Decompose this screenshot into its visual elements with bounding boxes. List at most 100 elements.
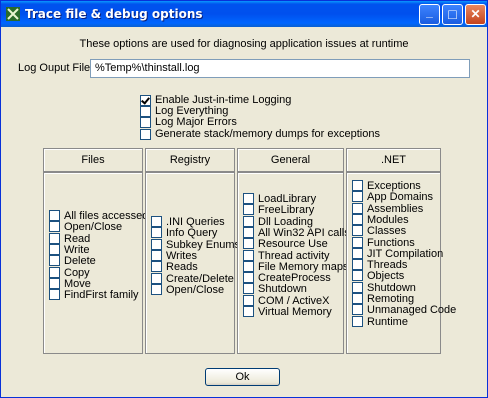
dotnet-option[interactable]: Exceptions — [352, 180, 421, 192]
general-option[interactable]: Thread activity — [243, 250, 330, 262]
checkbox[interactable] — [243, 283, 254, 294]
files-option[interactable]: Delete — [49, 255, 96, 267]
close-button[interactable]: ✕ — [465, 4, 486, 25]
checkbox[interactable] — [151, 216, 162, 227]
dotnet-option[interactable]: Functions — [352, 237, 415, 249]
general-option[interactable]: File Memory maps — [243, 261, 348, 273]
checkbox[interactable] — [49, 255, 60, 266]
option-label: Reads — [166, 260, 198, 273]
option-checkbox[interactable] — [140, 105, 151, 117]
checkbox[interactable] — [352, 225, 363, 236]
checkbox[interactable] — [243, 238, 254, 249]
dotnet-option[interactable]: Shutdown — [352, 282, 416, 294]
option-checkbox[interactable] — [140, 116, 151, 128]
checkbox[interactable] — [49, 278, 60, 289]
dialog-window: Trace file & debug options _ □ ✕ These o… — [0, 0, 488, 398]
checkbox[interactable] — [352, 191, 363, 202]
files-option[interactable]: Open/Close — [49, 221, 122, 233]
checkbox[interactable] — [243, 272, 254, 283]
registry-option[interactable]: Info Query — [151, 227, 217, 239]
registry-option[interactable]: Writes — [151, 250, 197, 262]
general-option[interactable]: LoadLibrary — [243, 193, 316, 205]
option-label: Runtime — [367, 315, 408, 328]
checkbox[interactable] — [49, 210, 60, 221]
checkbox[interactable] — [151, 250, 162, 261]
checkbox[interactable] — [49, 267, 60, 278]
checkbox[interactable] — [352, 214, 363, 225]
checkbox[interactable] — [243, 306, 254, 317]
checkbox[interactable] — [352, 316, 363, 327]
option-checkbox[interactable] — [140, 128, 151, 140]
dotnet-option[interactable]: Threads — [352, 259, 407, 271]
checkbox[interactable] — [352, 270, 363, 281]
registry-option[interactable]: Create/Delete — [151, 273, 234, 285]
general-option[interactable]: FreeLibrary — [243, 204, 314, 216]
general-option[interactable]: CreateProcess — [243, 272, 331, 284]
checkbox[interactable] — [352, 282, 363, 293]
checkbox[interactable] — [243, 250, 254, 261]
option-label: Classes — [367, 224, 407, 237]
checkbox[interactable] — [151, 273, 162, 284]
files-option[interactable]: Write — [49, 244, 89, 256]
checkbox[interactable] — [151, 239, 162, 250]
dotnet-option[interactable]: Runtime — [352, 315, 408, 328]
maximize-button[interactable]: □ — [442, 4, 463, 25]
registry-option[interactable]: Reads — [151, 260, 198, 273]
general-option[interactable]: COM / ActiveX — [243, 295, 330, 307]
checkbox[interactable] — [243, 193, 254, 204]
files-option[interactable]: All files accessed — [49, 210, 148, 222]
dotnet-option[interactable]: Unmanaged Code — [352, 303, 457, 316]
checkbox[interactable] — [352, 293, 363, 304]
checkbox[interactable] — [352, 180, 363, 191]
close-icon: ✕ — [470, 7, 481, 21]
minimize-button[interactable]: _ — [419, 4, 440, 25]
dotnet-option[interactable]: JIT Compilation — [352, 248, 443, 260]
title-bar[interactable]: Trace file & debug options _ □ ✕ — [1, 1, 487, 27]
checkbox[interactable] — [352, 237, 363, 248]
checkbox[interactable] — [49, 244, 60, 255]
files-option[interactable]: FindFirst family — [49, 289, 139, 301]
dotnet-option[interactable]: Remoting — [352, 293, 414, 305]
checkbox[interactable] — [49, 289, 60, 300]
dotnet-option[interactable]: Classes — [352, 224, 407, 237]
checkbox[interactable] — [243, 204, 254, 215]
checkbox[interactable] — [243, 295, 254, 306]
option-label: Unmanaged Code — [367, 303, 457, 316]
ok-button[interactable]: Ok — [205, 368, 280, 386]
general-option[interactable]: Virtual Memory — [243, 306, 332, 318]
checkbox[interactable] — [352, 203, 363, 214]
general-option[interactable]: Dll Loading — [243, 216, 313, 228]
checkbox[interactable] — [352, 304, 363, 315]
dotnet-option[interactable]: App Domains — [352, 191, 433, 203]
checkbox[interactable] — [243, 227, 254, 238]
dotnet-option[interactable]: Assemblies — [352, 203, 423, 215]
option-checkbox[interactable] — [140, 94, 151, 106]
checkbox[interactable] — [243, 261, 254, 272]
checkbox[interactable] — [352, 248, 363, 259]
registry-option[interactable]: .INI Queries — [151, 216, 225, 228]
checkbox[interactable] — [352, 259, 363, 270]
dotnet-option[interactable]: Objects — [352, 270, 404, 282]
option-4[interactable]: Generate stack/memory dumps for exceptio… — [140, 128, 380, 140]
window-title: Trace file & debug options — [25, 7, 203, 21]
checkbox[interactable] — [151, 261, 162, 272]
files-option[interactable]: Copy — [49, 267, 90, 279]
checkbox[interactable] — [243, 216, 254, 227]
checkbox[interactable] — [151, 284, 162, 295]
dotnet-option[interactable]: Modules — [352, 214, 409, 226]
column-header-registry: Registry — [145, 148, 235, 172]
checkbox[interactable] — [49, 221, 60, 232]
log-output-field[interactable]: %Temp%\thinstall.log — [90, 59, 470, 78]
registry-option[interactable]: Subkey Enums — [151, 239, 240, 251]
checkbox[interactable] — [49, 233, 60, 244]
general-option[interactable]: Resource Use — [243, 238, 328, 250]
files-option[interactable]: Move — [49, 278, 91, 290]
column-header-general: General — [237, 148, 344, 172]
general-option[interactable]: Shutdown — [243, 283, 307, 295]
info-text: These options are used for diagnosing ap… — [79, 38, 409, 50]
general-option[interactable]: All Win32 API calls — [243, 227, 350, 239]
option-3[interactable]: Log Major Errors — [140, 116, 237, 128]
checkbox[interactable] — [151, 227, 162, 238]
registry-option[interactable]: Open/Close — [151, 284, 224, 296]
files-option[interactable]: Read — [49, 233, 90, 245]
